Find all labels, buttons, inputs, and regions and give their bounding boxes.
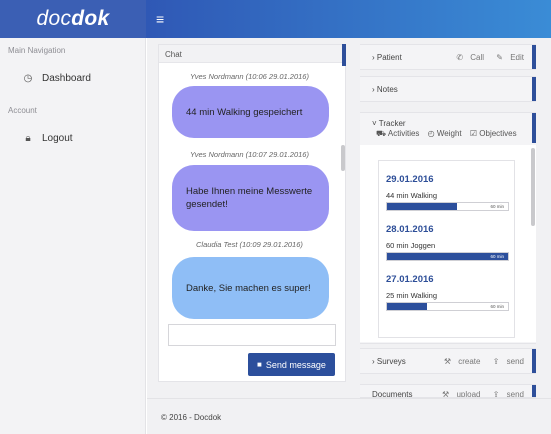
chat-scrollbar[interactable]: [341, 145, 345, 171]
tracker-progress-max-2: 60 min: [490, 254, 504, 259]
surveys-panel-accent: [532, 349, 536, 373]
patient-panel-title: › Patient: [372, 53, 402, 62]
tab-weight-label: Weight: [436, 129, 462, 138]
message-text-2: Habe Ihnen meine Messwerte gesendet!: [186, 186, 313, 210]
call-label: Call: [470, 53, 485, 62]
chat-message-input[interactable]: [168, 324, 336, 346]
surveys-panel-title: › Surveys: [372, 357, 406, 366]
message-icon: ■: [257, 360, 262, 369]
message-meta-2: Yves Nordmann (10:07 29.01.2016): [190, 150, 309, 159]
tab-objectives[interactable]: ☑ Objectives: [470, 129, 517, 138]
create-survey-button[interactable]: ⚒ create: [439, 357, 481, 366]
tracker-progress-fill-1: [387, 203, 458, 210]
tracker-progress-1: 60 min: [386, 202, 509, 211]
send-message-label: Send message: [265, 359, 326, 370]
message-bubble-2: Habe Ihnen meine Messwerte gesendet!: [172, 165, 329, 231]
tracker-entry-date-2: 28.01.2016: [386, 224, 434, 235]
patient-panel[interactable]: › Patient ✆ Call ✎ Edit: [360, 44, 536, 70]
tools-icon: ⚒: [442, 390, 452, 398]
message-text-1: 44 min Walking gespeichert: [186, 106, 303, 118]
message-text-3: Danke, Sie machen es super!: [186, 282, 311, 294]
edit-button[interactable]: ✎ Edit: [491, 53, 524, 62]
sidebar-section-account: Account: [8, 106, 37, 115]
upload-document-button[interactable]: ⚒ upload: [437, 390, 481, 398]
top-bar: doc dok ≡: [0, 0, 551, 38]
top-nav: ≡: [146, 0, 551, 38]
tracker-entry-activity-1: 44 min Walking: [386, 191, 437, 200]
notes-panel-accent: [532, 77, 536, 101]
message-meta-1: Yves Nordmann (10:06 29.01.2016): [190, 72, 309, 81]
sidebar-item-dashboard-label: Dashboard: [42, 73, 91, 84]
sidebar-item-logout[interactable]: 🔒︎ Logout: [0, 133, 73, 144]
send-label: send: [506, 390, 524, 398]
tracker-progress-max-1: 60 min: [490, 204, 504, 209]
tracker-panel-title[interactable]: ˅ Tracker: [372, 119, 406, 128]
patient-panel-actions: ✆ Call ✎ Edit: [446, 53, 524, 62]
tracker-entry-activity-3: 25 min Walking: [386, 291, 437, 300]
notes-panel-title: › Notes: [372, 85, 398, 94]
tab-activities[interactable]: ⛟ Activities: [376, 129, 419, 138]
send-label: send: [506, 357, 524, 366]
message-meta-3: Claudia Test (10:09 29.01.2016): [196, 240, 303, 249]
create-label: create: [458, 357, 481, 366]
tracker-entry-date-3: 27.01.2016: [386, 274, 434, 285]
message-bubble-1: 44 min Walking gespeichert: [172, 86, 329, 138]
lock-icon: 🔒︎: [25, 133, 31, 144]
share-icon: ⇪: [492, 390, 502, 398]
tracker-entry-activity-2: 60 min Joggen: [386, 241, 436, 250]
tools-icon: ⚒: [443, 357, 454, 366]
activities-icon: ⛟: [376, 129, 388, 138]
documents-panel-accent: [532, 385, 536, 397]
menu-toggle-icon[interactable]: ≡: [156, 11, 164, 27]
edit-label: Edit: [510, 53, 524, 62]
brand-logo-part1: doc: [36, 7, 72, 30]
brand-logo[interactable]: doc dok: [0, 0, 146, 38]
share-icon: ⇪: [492, 357, 502, 366]
sidebar: Main Navigation ◷ Dashboard Account 🔒︎ L…: [0, 38, 146, 434]
documents-panel[interactable]: Documents ⚒ upload ⇪ send: [360, 384, 536, 398]
message-bubble-3: Danke, Sie machen es super!: [172, 257, 329, 319]
brand-logo-part2: dok: [71, 7, 110, 30]
objectives-icon: ☑: [469, 129, 480, 138]
surveys-panel[interactable]: › Surveys ⚒ create ⇪ send: [360, 348, 536, 374]
tracker-progress-3: 60 min: [386, 302, 509, 311]
sidebar-section-main-navigation: Main Navigation: [8, 46, 66, 55]
tracker-entry-date-1: 29.01.2016: [386, 174, 434, 185]
send-message-button[interactable]: ■ Send message: [248, 353, 335, 376]
tab-activities-label: Activities: [387, 129, 420, 138]
notes-panel[interactable]: › Notes: [360, 76, 536, 102]
patient-panel-accent: [532, 45, 536, 69]
documents-panel-title: Documents: [372, 390, 413, 398]
sidebar-item-logout-label: Logout: [42, 133, 73, 144]
tab-weight[interactable]: ◴ Weight: [428, 129, 462, 138]
chat-accent-bar: [342, 44, 346, 66]
tracker-panel-accent: [532, 113, 536, 143]
tracker-progress-2: 60 min: [386, 252, 509, 261]
footer-copyright: © 2016 - Docdok: [161, 413, 222, 422]
edit-icon: ✎: [496, 53, 506, 62]
sidebar-item-dashboard[interactable]: ◷ Dashboard: [0, 73, 91, 84]
footer: © 2016 - Docdok: [147, 398, 551, 434]
phone-icon: ✆: [456, 53, 466, 62]
send-document-button[interactable]: ⇪ send: [488, 390, 524, 398]
tracker-tabs: ⛟ Activities ◴ Weight ☑ Objectives: [376, 129, 517, 139]
tracker-scrollbar[interactable]: [531, 148, 535, 226]
upload-label: upload: [456, 390, 481, 398]
documents-panel-actions: ⚒ upload ⇪ send: [432, 390, 524, 398]
send-survey-button[interactable]: ⇪ send: [488, 357, 524, 366]
tracker-progress-max-3: 60 min: [490, 304, 504, 309]
chat-title: Chat: [159, 45, 345, 63]
dashboard-icon: ◷: [23, 73, 33, 84]
surveys-panel-actions: ⚒ create ⇪ send: [434, 357, 524, 366]
weight-icon: ◴: [427, 129, 437, 138]
tab-objectives-label: Objectives: [479, 129, 517, 138]
tracker-progress-fill-3: [387, 303, 427, 310]
call-button[interactable]: ✆ Call: [451, 53, 484, 62]
